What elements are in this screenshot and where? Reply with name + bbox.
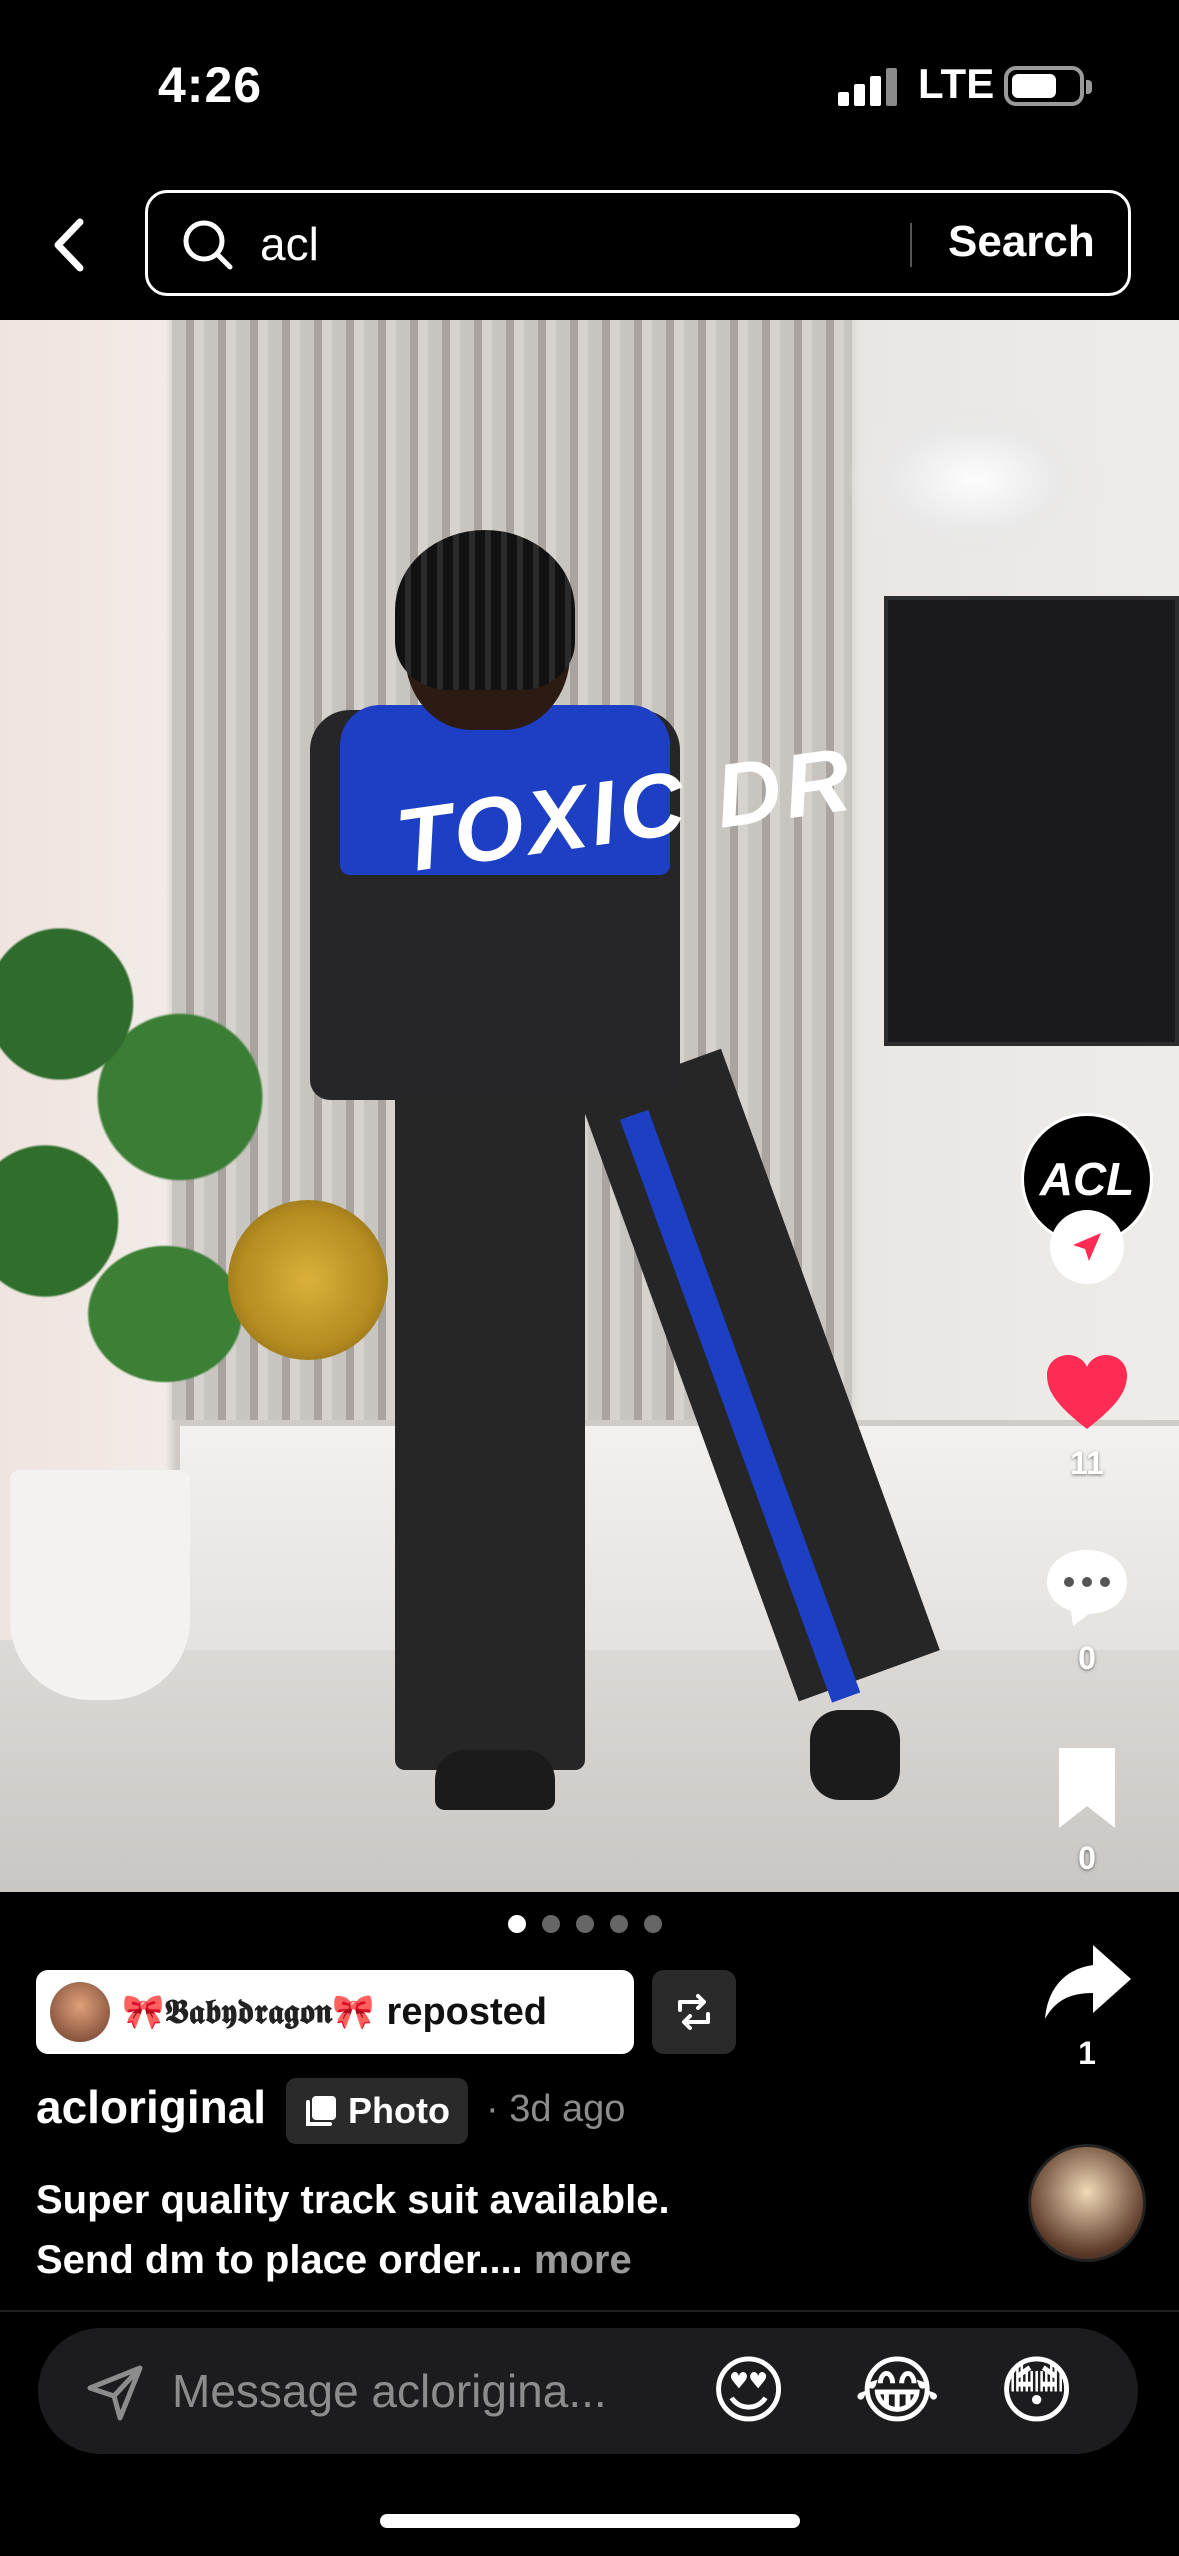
home-indicator[interactable] — [380, 2514, 800, 2528]
send-icon — [1073, 1233, 1101, 1261]
carousel-dot — [610, 1915, 628, 1933]
repost-verb: reposted — [386, 1990, 548, 2033]
post-time: · 3d ago — [486, 2088, 626, 2130]
like-button[interactable]: 11 — [1035, 1345, 1139, 1482]
search-divider — [910, 223, 912, 267]
carousel-dot — [508, 1915, 526, 1933]
status-bar: 4:26 LTE — [0, 0, 1179, 180]
comment-icon — [1047, 1550, 1127, 1626]
heart-icon — [1047, 1355, 1127, 1429]
search-icon — [183, 220, 233, 270]
post-photo[interactable]: TOXIC DR — [0, 320, 1179, 1892]
carousel-dot — [644, 1915, 662, 1933]
photo-stack-icon — [306, 2096, 336, 2126]
comment-count: 0 — [1078, 1640, 1096, 1676]
save-button[interactable]: 0 — [1035, 1740, 1139, 1877]
share-count: 1 — [1078, 2035, 1096, 2071]
post-type-badge: Photo — [286, 2078, 468, 2144]
search-button[interactable]: Search — [948, 217, 1095, 267]
post-username[interactable]: acloriginal — [36, 2080, 266, 2134]
follow-send-badge[interactable] — [1050, 1210, 1124, 1284]
caption-line: Send dm to place order.... — [36, 2238, 523, 2282]
repost-icon — [678, 1994, 710, 2030]
emoji-laughing-button[interactable]: 😂 — [854, 2350, 940, 2432]
share-button[interactable]: 1 — [1035, 1935, 1139, 2072]
emoji-flushed-button[interactable]: 😳 — [998, 2350, 1075, 2432]
message-input[interactable]: Message acloriginа... — [172, 2364, 607, 2418]
reposter-avatar — [50, 1982, 110, 2042]
carousel-dot — [576, 1915, 594, 1933]
repost-banner[interactable]: 🎀𝕭𝖆𝖇𝖞𝖉𝖗𝖆𝖌𝖔𝖓🎀 reposted — [36, 1970, 634, 2054]
divider — [0, 2310, 1179, 2312]
chevron-left-icon — [54, 218, 84, 272]
back-button[interactable] — [40, 210, 100, 280]
status-time: 4:26 — [158, 57, 263, 113]
like-count: 11 — [1070, 1445, 1104, 1481]
search-input[interactable]: acl — [260, 217, 319, 271]
network-type: LTE — [918, 60, 995, 107]
sound-avatar[interactable] — [1028, 2144, 1146, 2262]
battery-icon — [1004, 66, 1092, 106]
repost-button[interactable] — [652, 1970, 736, 2054]
model: TOXIC DR — [0, 320, 1179, 1892]
post-type-label: Photo — [348, 2090, 450, 2131]
more-link[interactable]: more — [534, 2238, 632, 2282]
save-count: 0 — [1078, 1840, 1096, 1876]
carousel-dot — [542, 1915, 560, 1933]
send-message-icon — [87, 2365, 143, 2421]
share-arrow-icon — [1045, 1945, 1131, 2019]
carousel-indicator — [508, 1915, 662, 1933]
search-bar[interactable]: acl Search — [145, 190, 1131, 296]
emoji-heart-eyes-button[interactable]: 😍 — [710, 2350, 787, 2432]
caption-line: Super quality track suit available. — [36, 2178, 670, 2222]
bookmark-icon — [1059, 1748, 1115, 1828]
reposter-name: 🎀𝕭𝖆𝖇𝖞𝖉𝖗𝖆𝖌𝖔𝖓🎀 — [122, 1992, 375, 2032]
comment-button[interactable]: 0 — [1035, 1540, 1139, 1677]
cellular-signal-icon — [838, 66, 898, 106]
message-bar[interactable]: Message acloriginа... 😍 😂 😳 — [38, 2328, 1138, 2454]
post-caption[interactable]: Super quality track suit available. Send… — [36, 2170, 1016, 2290]
